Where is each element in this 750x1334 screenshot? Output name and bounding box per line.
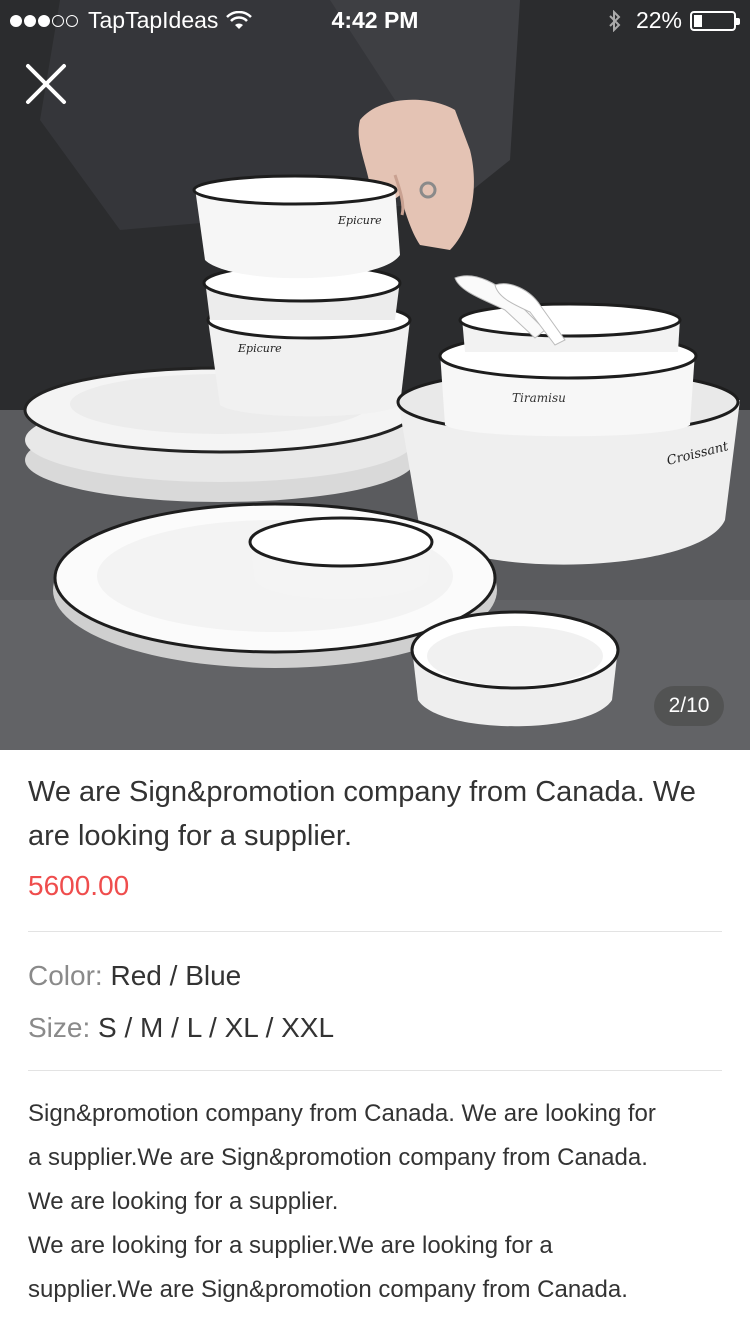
middle-bowl-label: Epicure (237, 342, 282, 355)
product-info: We are Sign&promotion company from Canad… (28, 770, 722, 902)
status-bar: TapTapIdeas 4:42 PM 22% (0, 0, 750, 40)
image-counter-badge: 2/10 (654, 686, 724, 726)
status-right: 22% (608, 7, 740, 34)
bluetooth-icon (609, 9, 621, 32)
size-row[interactable]: Size: S / M / L / XL / XXL (28, 1007, 722, 1059)
product-description: Sign&promotion company from Canada. We a… (28, 1092, 722, 1312)
product-title: We are Sign&promotion company from Canad… (28, 776, 696, 852)
description-line: a supplier.We are Sign&promotion company… (28, 1144, 648, 1171)
size-label: Size: (28, 1012, 91, 1043)
small-bowl-label: Tiramisu (512, 391, 566, 405)
close-icon (26, 64, 66, 104)
description-line: We are looking for a supplier. (28, 1188, 339, 1215)
description-line: Sign&promotion company from Canada. We a… (28, 1100, 656, 1127)
description-line: supplier.We are Sign&promotion company f… (28, 1276, 628, 1303)
size-value: S / M / L / XL / XXL (98, 1012, 335, 1043)
divider (28, 1070, 722, 1071)
divider (28, 931, 722, 932)
product-image-gallery[interactable]: Epicure Epicure Tiramisu Croissant TapTa… (0, 0, 750, 750)
product-photo: Epicure Epicure Tiramisu Croissant (0, 0, 750, 750)
description-line: We are looking for a supplier.We are loo… (28, 1232, 553, 1259)
color-value: Red / Blue (110, 960, 242, 991)
top-bowl-label: Epicure (337, 214, 382, 227)
product-specs: Color: Red / Blue Size: S / M / L / XL /… (28, 955, 722, 1059)
battery-percentage: 22% (635, 7, 682, 33)
product-price: 5600.00 (28, 870, 130, 901)
close-button[interactable] (22, 60, 70, 108)
battery-icon (690, 10, 740, 31)
color-label: Color: (28, 960, 103, 991)
color-row[interactable]: Color: Red / Blue (28, 955, 722, 1007)
